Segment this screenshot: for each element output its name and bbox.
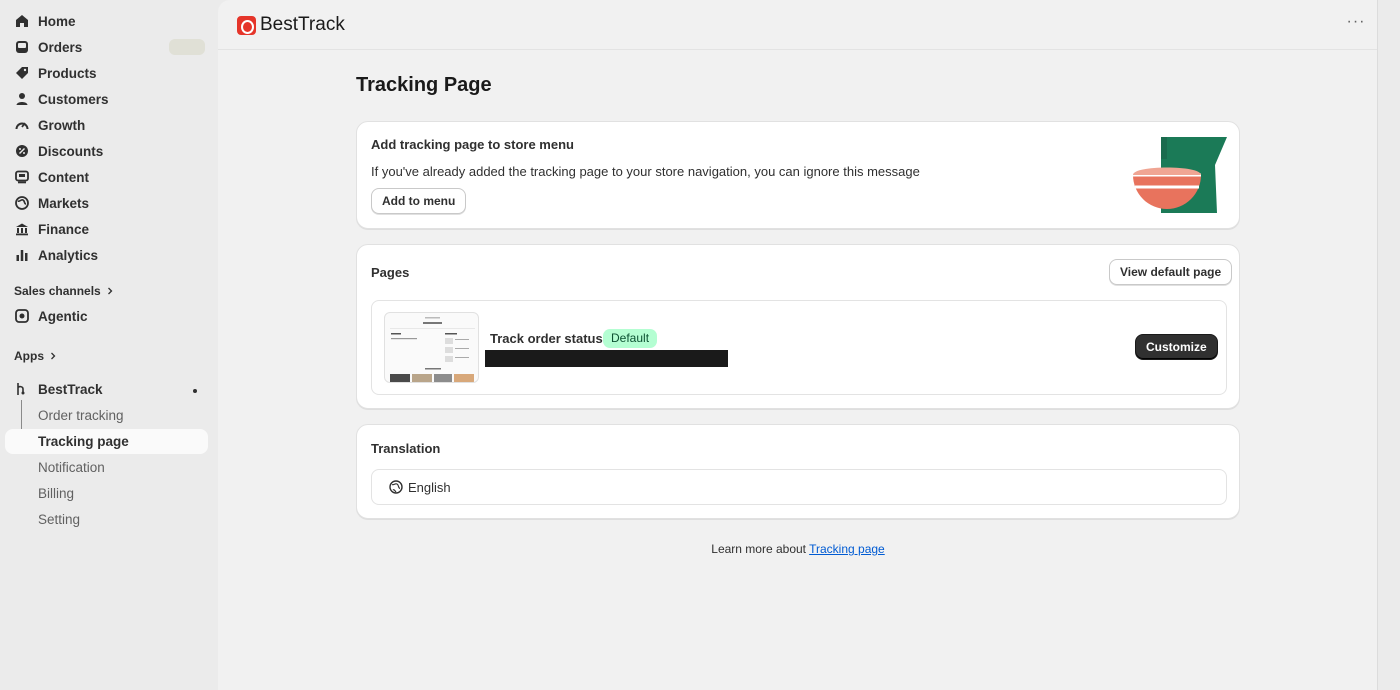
sidebar-subitem-tracking-page[interactable]: Tracking page — [5, 429, 208, 454]
sidebar-subitem-label: Billing — [38, 486, 75, 501]
page-title: Tracking Page — [356, 74, 492, 96]
language-row[interactable]: English — [371, 469, 1227, 505]
sidebar-item-label: Home — [38, 14, 76, 29]
sales-channels-header[interactable]: Sales channels — [14, 284, 114, 298]
sidebar: Home Orders Products Customers Growth Di… — [0, 0, 218, 690]
page-name: Track order status — [490, 331, 603, 346]
sidebar-item-content[interactable]: Content — [5, 165, 208, 190]
bar-chart-icon — [16, 250, 28, 261]
chevron-right-icon — [51, 352, 56, 360]
footer-text: Learn more about — [711, 542, 810, 556]
sidebar-item-label: Finance — [38, 222, 90, 237]
tracking-page-link[interactable]: Tracking page — [809, 542, 885, 556]
agentic-icon — [15, 309, 29, 323]
card-title: Pages — [371, 265, 410, 280]
inbox-icon — [16, 41, 28, 53]
sidebar-item-label: Markets — [38, 196, 90, 211]
sidebar-item-label: Growth — [38, 118, 86, 133]
store-menu-illustration — [1133, 137, 1227, 213]
page-thumbnail[interactable] — [384, 312, 479, 383]
page-preview-image — [390, 317, 475, 382]
sidebar-item-label: Customers — [38, 92, 109, 107]
customize-button[interactable]: Customize — [1135, 334, 1218, 360]
learn-more-footer: Learn more about Tracking page — [218, 542, 1378, 556]
apps-label: Apps — [14, 349, 44, 363]
add-to-menu-card: Add tracking page to store menu If you'v… — [356, 121, 1240, 229]
more-options-button[interactable]: ··· — [1346, 14, 1366, 34]
sidebar-item-finance[interactable]: Finance — [5, 217, 208, 242]
pages-card: Pages View default page Track order stat… — [356, 244, 1240, 409]
add-to-menu-button[interactable]: Add to menu — [371, 188, 467, 214]
sidebar-item-label: Discounts — [38, 144, 104, 159]
app-title: BestTrack — [260, 14, 345, 35]
home-icon — [16, 15, 28, 27]
card-description: If you've already added the tracking pag… — [371, 164, 920, 179]
sidebar-subitem-label: Order tracking — [38, 408, 124, 423]
discount-icon — [16, 145, 28, 157]
sidebar-item-markets[interactable]: Markets — [5, 191, 208, 216]
orders-count-badge — [169, 39, 205, 55]
sidebar-item-label: BestTrack — [38, 382, 103, 397]
globe-icon — [15, 196, 29, 210]
sidebar-subitem-setting[interactable]: Setting — [5, 507, 208, 532]
sidebar-item-label: Products — [38, 66, 97, 81]
card-title: Add tracking page to store menu — [371, 137, 574, 152]
sidebar-item-agentic[interactable]: Agentic — [5, 304, 208, 329]
sidebar-item-label: Orders — [38, 40, 83, 55]
sidebar-subitem-label: Setting — [38, 512, 81, 527]
default-status-badge: Default — [603, 329, 658, 348]
sidebar-subitem-notification[interactable]: Notification — [5, 455, 208, 480]
redacted-url-bar — [485, 350, 728, 367]
apps-header[interactable]: Apps — [14, 349, 57, 363]
chevron-right-icon — [107, 287, 113, 295]
sidebar-item-analytics[interactable]: Analytics — [5, 243, 208, 268]
globe-icon — [389, 480, 403, 494]
sales-channels-label: Sales channels — [14, 284, 101, 298]
sidebar-item-customers[interactable]: Customers — [5, 87, 208, 112]
app-route-icon — [17, 383, 25, 395]
person-icon — [16, 93, 28, 105]
app-header: BestTrack ··· — [218, 0, 1378, 50]
sidebar-item-growth[interactable]: Growth — [5, 113, 208, 138]
main-content: BestTrack ··· Tracking Page Add tracking… — [218, 0, 1378, 690]
sidebar-item-discounts[interactable]: Discounts — [5, 139, 208, 164]
sidebar-item-label: Content — [38, 170, 89, 185]
sidebar-item-besttrack[interactable]: BestTrack — [5, 377, 208, 402]
besttrack-logo-icon — [237, 16, 256, 35]
translation-card: Translation English — [356, 424, 1240, 519]
sidebar-item-label: Analytics — [38, 248, 99, 263]
sidebar-subitem-order-tracking[interactable]: Order tracking — [5, 403, 208, 428]
sidebar-item-home[interactable]: Home — [5, 9, 208, 34]
scrollbar[interactable] — [1377, 0, 1378, 690]
sidebar-subitem-label: Notification — [38, 460, 105, 475]
sidebar-item-products[interactable]: Products — [5, 61, 208, 86]
app-options-icon[interactable] — [193, 389, 197, 393]
language-label: English — [408, 480, 451, 495]
card-title: Translation — [371, 441, 441, 456]
tag-icon — [16, 67, 28, 79]
content-icon — [15, 170, 29, 184]
page-row: Track order status Default Customize — [371, 300, 1227, 395]
sidebar-item-orders[interactable]: Orders — [5, 35, 208, 60]
bank-icon — [16, 223, 28, 236]
view-default-page-button[interactable]: View default page — [1109, 259, 1233, 285]
gauge-icon — [15, 122, 29, 130]
sidebar-item-label: Agentic — [38, 309, 88, 324]
sidebar-subitem-billing[interactable]: Billing — [5, 481, 208, 506]
sidebar-subitem-label: Tracking page — [38, 434, 129, 449]
